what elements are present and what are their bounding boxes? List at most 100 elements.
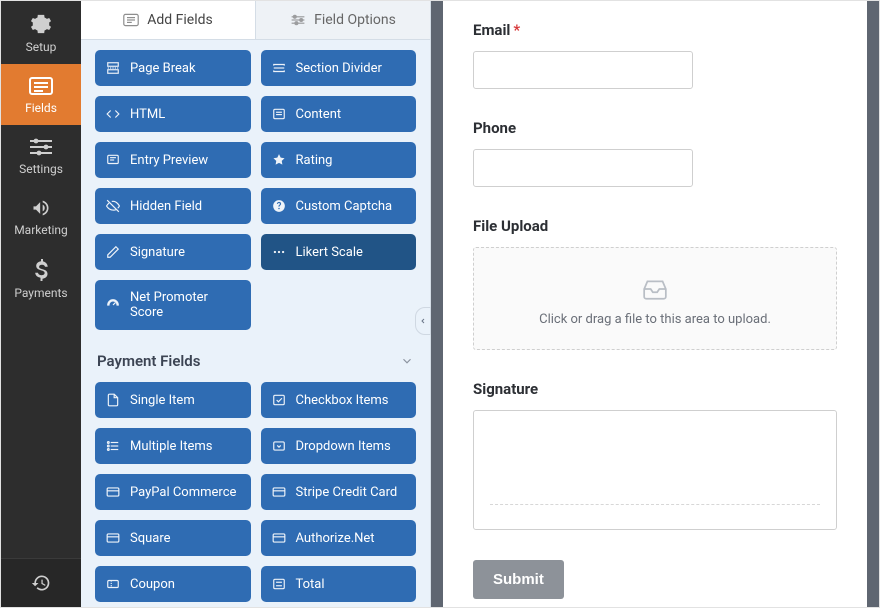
history-icon [31,573,51,593]
field-label: Total [296,577,325,592]
payment-fields-grid: Single Item Checkbox Items Multiple Items D… [95,382,416,602]
field-checkbox-items[interactable]: Checkbox Items [261,382,417,418]
tab-label: Add Fields [147,12,213,28]
gear-icon [30,13,52,35]
field-label: Hidden Field [130,199,202,214]
signature-pad[interactable] [473,410,837,530]
field-label: Custom Captcha [296,199,393,214]
dollar-icon [34,259,48,281]
email-label: Email* [473,21,837,39]
field-section-divider[interactable]: Section Divider [261,50,417,86]
nav-payments[interactable]: Payments [1,247,81,310]
panel-collapse-handle[interactable] [415,307,431,335]
gauge-icon [105,297,121,313]
field-signature[interactable]: Signature [473,380,837,530]
total-icon [271,576,287,592]
list-icon [105,438,121,454]
field-rating[interactable]: Rating [261,142,417,178]
field-label: Authorize.Net [296,531,375,546]
field-label: Section Divider [296,61,382,76]
nav-marketing[interactable]: Marketing [1,186,81,247]
code-icon [105,106,121,122]
required-indicator: * [513,21,520,39]
field-coupon[interactable]: Coupon [95,566,251,602]
field-label: Signature [130,245,185,260]
payment-fields-toggle[interactable]: Payment Fields [97,352,414,370]
card-icon [271,484,287,500]
dots-icon [271,244,287,260]
submit-button[interactable]: Submit [473,560,564,599]
field-label: Checkbox Items [296,393,389,408]
section-title: Payment Fields [97,352,200,370]
field-label: PayPal Commerce [130,485,236,500]
phone-input[interactable] [473,149,693,187]
upload-hint: Click or drag a file to this area to upl… [484,312,826,327]
field-label: Entry Preview [130,153,208,168]
content-icon [271,106,287,122]
tab-label: Field Options [314,12,396,28]
file-upload-label: File Upload [473,217,837,235]
field-square[interactable]: Square [95,520,251,556]
field-page-break[interactable]: Page Break [95,50,251,86]
nav-label: Setup [26,40,57,54]
bullhorn-icon [30,198,52,218]
field-single-item[interactable]: Single Item [95,382,251,418]
field-label: Net Promoter Score [130,290,241,320]
vertical-nav: Setup Fields Settings Marketing Payments [1,1,81,607]
form-icon [29,76,53,96]
form-preview[interactable]: Email* Phone File Upload Click or drag a… [443,1,867,607]
add-fields-icon [123,13,139,27]
field-label: Multiple Items [130,439,212,454]
signature-label: Signature [473,380,837,398]
card-icon [271,530,287,546]
file-upload-dropzone[interactable]: Click or drag a file to this area to upl… [473,247,837,350]
file-icon [105,392,121,408]
card-icon [105,530,121,546]
preview-gutter-left [431,1,443,607]
field-label: Single Item [130,393,195,408]
field-dropdown-items[interactable]: Dropdown Items [261,428,417,464]
basic-fields-grid: Page Break Section Divider HTML Content Entr… [95,50,416,330]
field-label: Likert Scale [296,245,363,260]
pencil-icon [105,244,121,260]
builder-panel: Add Fields Field Options Page Break Secti… [81,1,431,607]
tab-field-options[interactable]: Field Options [255,1,430,40]
field-net-promoter-score[interactable]: Net Promoter Score [95,280,251,330]
nav-history[interactable] [1,558,81,607]
field-total[interactable]: Total [261,566,417,602]
field-label: Stripe Credit Card [296,485,398,500]
dropdown-icon [271,438,287,454]
field-hidden-field[interactable]: Hidden Field [95,188,251,224]
nav-label: Payments [14,286,67,300]
field-paypal-commerce[interactable]: PayPal Commerce [95,474,251,510]
app-root: Setup Fields Settings Marketing Payments [0,0,880,608]
field-stripe-credit-card[interactable]: Stripe Credit Card [261,474,417,510]
nav-setup[interactable]: Setup [1,1,81,64]
nav-label: Fields [25,101,57,115]
field-html[interactable]: HTML [95,96,251,132]
field-file-upload[interactable]: File Upload Click or drag a file to this… [473,217,837,350]
nav-label: Settings [19,162,63,176]
label-text: Email [473,21,510,39]
phone-label: Phone [473,119,837,137]
nav-settings[interactable]: Settings [1,125,81,186]
field-content[interactable]: Content [261,96,417,132]
field-phone[interactable]: Phone [473,119,837,187]
field-entry-preview[interactable]: Entry Preview [95,142,251,178]
field-signature[interactable]: Signature [95,234,251,270]
preview-wrap: Email* Phone File Upload Click or drag a… [431,1,879,607]
email-input[interactable] [473,51,693,89]
nav-label: Marketing [14,223,68,237]
preview-gutter-right [867,1,879,607]
builder-tabs: Add Fields Field Options [81,1,430,40]
field-email[interactable]: Email* [473,21,837,89]
builder-scroll[interactable]: Page Break Section Divider HTML Content Entr… [81,40,430,607]
tab-add-fields[interactable]: Add Fields [81,1,255,40]
field-multiple-items[interactable]: Multiple Items [95,428,251,464]
field-authorize-net[interactable]: Authorize.Net [261,520,417,556]
field-likert-scale[interactable]: Likert Scale [261,234,417,270]
field-custom-captcha[interactable]: Custom Captcha [261,188,417,224]
nav-fields[interactable]: Fields [1,64,81,125]
field-label: Rating [296,153,333,168]
eye-off-icon [105,198,121,214]
